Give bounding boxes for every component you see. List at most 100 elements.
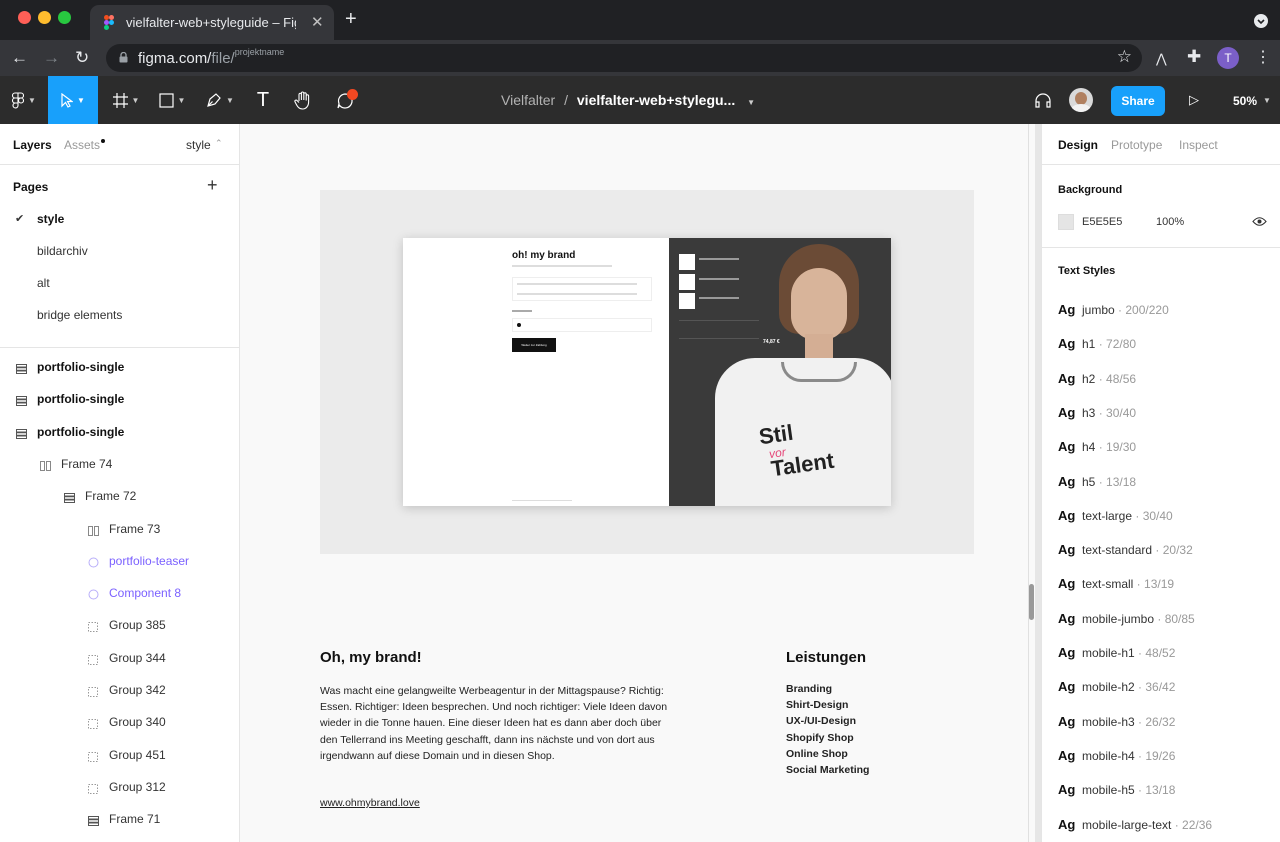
page-item[interactable]: bridge elements [37, 308, 122, 322]
eye-visibility-icon[interactable] [1252, 216, 1267, 227]
add-page-icon[interactable]: + [207, 175, 218, 196]
text-style-item[interactable]: Ag mobile-h5 · 13/18 [1058, 782, 1175, 797]
section-heading[interactable]: Oh, my brand! [320, 649, 422, 666]
extension-icon[interactable]: ⋀ [1156, 49, 1167, 69]
text-style-name: h2 [1082, 371, 1096, 386]
cursor-icon [61, 92, 74, 108]
file-breadcrumb[interactable]: Vielfalter / vielfalter-web+stylegu... ▼ [501, 92, 755, 108]
main-menu-button[interactable]: ▼ [0, 76, 48, 124]
page-item[interactable]: alt [37, 276, 50, 290]
checkout-mockup-image[interactable]: oh! my brand Weiter zur Zahlung 74,87 € [403, 238, 891, 506]
service-item[interactable]: Shirt-Design [786, 699, 848, 711]
collaborator-avatar[interactable] [1069, 88, 1093, 112]
zoom-level[interactable]: 50% [1233, 94, 1257, 108]
design-canvas[interactable]: oh! my brand Weiter zur Zahlung 74,87 € [240, 124, 1041, 842]
zoom-chevron-icon[interactable]: ▼ [1263, 96, 1271, 105]
close-window-button[interactable] [18, 11, 31, 24]
frame-tool-button[interactable]: ▼ [106, 76, 146, 124]
text-style-item[interactable]: Ag mobile-h3 · 26/32 [1058, 714, 1175, 729]
page-item[interactable]: bildarchiv [37, 244, 88, 258]
background-hex[interactable]: E5E5E5 [1082, 216, 1122, 228]
chevron-down-icon[interactable]: ▼ [747, 98, 755, 107]
text-style-item[interactable]: Ag h4 · 19/30 [1058, 439, 1136, 454]
tab-prototype[interactable]: Prototype [1111, 138, 1162, 152]
text-style-item[interactable]: Ag h3 · 30/40 [1058, 405, 1136, 420]
layer-item[interactable]: Frame 73 [109, 522, 160, 536]
layer-item[interactable]: portfolio-single [37, 425, 124, 439]
background-opacity[interactable]: 100% [1156, 216, 1184, 228]
text-style-item[interactable]: Ag h5 · 13/18 [1058, 474, 1136, 489]
text-style-item[interactable]: Ag text-small · 13/19 [1058, 576, 1174, 591]
service-item[interactable]: Social Marketing [786, 764, 869, 776]
text-style-item[interactable]: Ag h2 · 48/56 [1058, 371, 1136, 386]
maximize-window-button[interactable] [58, 11, 71, 24]
canvas-scrollbar[interactable] [1029, 584, 1034, 620]
tab-search-icon[interactable] [1254, 14, 1268, 28]
tab-inspect[interactable]: Inspect [1179, 138, 1218, 152]
text-style-item[interactable]: Ag text-standard · 20/32 [1058, 542, 1193, 557]
text-style-item[interactable]: Ag mobile-h1 · 48/52 [1058, 645, 1175, 660]
bookmark-star-icon[interactable]: ☆ [1117, 47, 1132, 67]
text-style-spec: 13/19 [1144, 577, 1175, 592]
move-tool-button[interactable]: ▼ [48, 76, 98, 124]
text-style-item[interactable]: Ag mobile-jumbo · 80/85 [1058, 611, 1195, 626]
layer-item[interactable]: Component 8 [109, 586, 181, 600]
layer-item[interactable]: Frame 72 [85, 489, 136, 503]
service-item[interactable]: Online Shop [786, 748, 848, 760]
puzzle-extensions-icon[interactable]: ✚ [1187, 47, 1201, 67]
tab-layers[interactable]: Layers [13, 138, 52, 152]
page-selector[interactable]: style [186, 138, 211, 152]
audio-headphones-icon[interactable] [1030, 76, 1056, 124]
layer-item[interactable]: portfolio-single [37, 392, 124, 406]
pen-tool-button[interactable]: ▼ [198, 76, 242, 124]
text-style-item[interactable]: Ag mobile-h4 · 19/26 [1058, 748, 1175, 763]
layer-item[interactable]: portfolio-teaser [109, 554, 189, 568]
project-name[interactable]: Vielfalter [501, 92, 555, 108]
layer-item[interactable]: Group 340 [109, 715, 166, 729]
browser-titlebar: vielfalter-web+styleguide – Fig ✕ + [0, 0, 1280, 40]
hand-tool-button[interactable] [288, 76, 318, 124]
new-tab-icon[interactable]: + [345, 9, 357, 29]
services-heading[interactable]: Leistungen [786, 649, 866, 666]
text-tool-icon[interactable]: T [250, 76, 276, 124]
browser-menu-icon[interactable]: ⋮ [1255, 48, 1271, 68]
section-body-text[interactable]: Was macht eine gelangweilte Werbeagentur… [320, 683, 668, 764]
service-item[interactable]: Shopify Shop [786, 732, 854, 744]
browser-tab[interactable]: vielfalter-web+styleguide – Fig ✕ [90, 5, 334, 40]
layer-item[interactable]: Group 312 [109, 780, 166, 794]
minimize-window-button[interactable] [38, 11, 51, 24]
page-item[interactable]: style [37, 212, 64, 226]
reload-icon[interactable]: ↻ [75, 48, 89, 68]
service-item[interactable]: UX-/UI-Design [786, 715, 856, 727]
url-bar[interactable]: figma.com/file/projektname ☆ [106, 44, 1142, 72]
group-dashed-icon [88, 718, 99, 730]
tab-assets[interactable]: Assets [64, 138, 100, 152]
layer-item[interactable]: Group 342 [109, 683, 166, 697]
present-play-icon[interactable]: ▷ [1182, 76, 1206, 124]
layer-item[interactable]: Frame 71 [109, 812, 160, 826]
background-color-swatch[interactable] [1058, 214, 1074, 230]
layer-item[interactable]: Group 385 [109, 618, 166, 632]
file-name[interactable]: vielfalter-web+stylegu... [577, 92, 735, 108]
forward-arrow-icon[interactable]: → [43, 48, 60, 68]
chevron-up-icon[interactable]: ⌃ [215, 138, 223, 149]
text-style-item[interactable]: Ag mobile-large-text · 22/36 [1058, 817, 1212, 832]
brand-link[interactable]: www.ohmybrand.love [320, 797, 420, 809]
tab-design[interactable]: Design [1058, 138, 1098, 152]
layer-item[interactable]: Group 344 [109, 651, 166, 665]
text-style-item[interactable]: Ag mobile-h2 · 36/42 [1058, 679, 1175, 694]
back-arrow-icon[interactable]: ← [11, 48, 28, 68]
layer-item[interactable]: Group 451 [109, 748, 166, 762]
share-button[interactable]: Share [1111, 86, 1165, 116]
shape-tool-button[interactable]: ▼ [152, 76, 192, 124]
layer-item[interactable]: portfolio-single [37, 360, 124, 374]
layer-item[interactable]: Frame 74 [61, 457, 112, 471]
text-style-item[interactable]: Ag text-large · 30/40 [1058, 508, 1173, 523]
text-style-icon: Ag [1058, 404, 1076, 420]
text-style-item[interactable]: Ag h1 · 72/80 [1058, 336, 1136, 351]
comment-tool-button[interactable] [330, 76, 360, 124]
close-tab-icon[interactable]: ✕ [311, 13, 324, 31]
service-item[interactable]: Branding [786, 683, 832, 695]
profile-avatar[interactable]: T [1217, 47, 1239, 69]
text-style-item[interactable]: Ag jumbo · 200/220 [1058, 302, 1169, 317]
